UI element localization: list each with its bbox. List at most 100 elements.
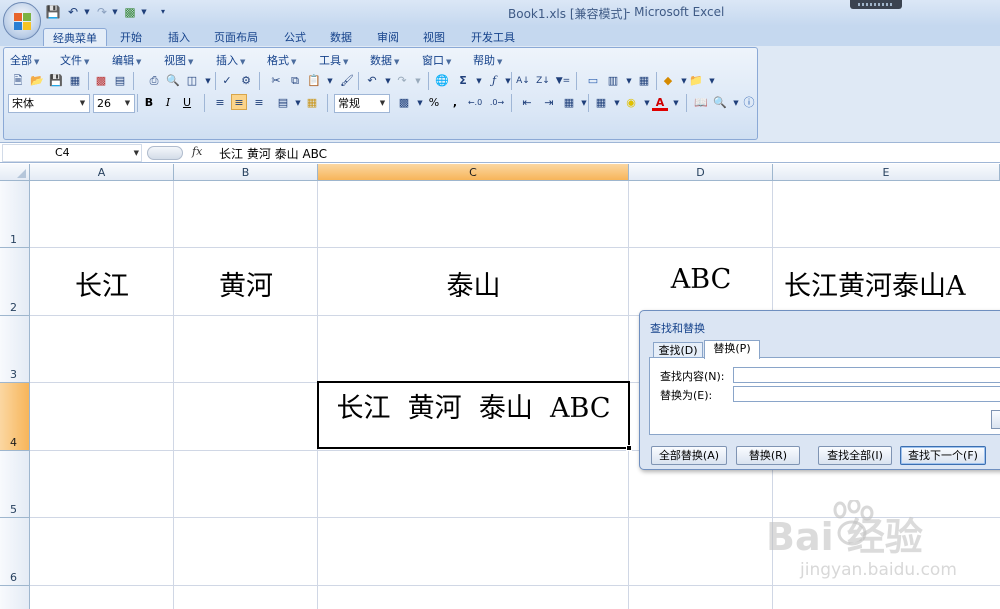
row-header-2[interactable]: 2 bbox=[0, 248, 30, 316]
cell-style-dropdown-icon[interactable]: ▼ bbox=[576, 95, 592, 111]
sort-ascending-icon[interactable]: A↓ bbox=[515, 73, 531, 89]
find-all-button[interactable]: 查找全部(I) bbox=[818, 446, 892, 465]
folder-icon[interactable]: 📁 bbox=[688, 73, 704, 89]
preview-dropdown-icon[interactable]: ▼ bbox=[135, 4, 153, 20]
formula-input[interactable]: 长江 黄河 泰山 ABC bbox=[219, 145, 327, 162]
wrap-text-icon[interactable]: ▦ bbox=[304, 95, 320, 111]
bold-button[interactable]: B bbox=[141, 95, 157, 111]
page-setup-dropdown-icon[interactable]: ▼ bbox=[200, 73, 216, 89]
page-setup-icon[interactable]: ◫ bbox=[184, 73, 200, 89]
column-header-d[interactable]: D bbox=[629, 164, 773, 181]
office-button[interactable] bbox=[3, 2, 41, 40]
increase-indent-icon[interactable]: ⇥ bbox=[541, 95, 557, 111]
cut-icon[interactable]: ✂ bbox=[268, 73, 284, 89]
options-button[interactable] bbox=[991, 410, 1000, 429]
cell-a2[interactable]: 长江 bbox=[30, 264, 174, 303]
align-left-icon[interactable]: ≡ bbox=[212, 95, 228, 111]
replace-with-input[interactable] bbox=[733, 386, 1000, 402]
menu-file[interactable]: 文件 ▼ bbox=[60, 53, 89, 69]
tab-data[interactable]: 数据 bbox=[322, 28, 360, 47]
tab-page-layout[interactable]: 页面布局 bbox=[210, 28, 262, 47]
increase-decimal-icon[interactable]: ←.0 bbox=[467, 95, 483, 111]
currency-icon[interactable]: ▩ bbox=[396, 95, 412, 111]
row-header-4[interactable]: 4 bbox=[0, 383, 30, 451]
menu-all[interactable]: 全部 ▼ bbox=[10, 53, 39, 69]
menu-tools[interactable]: 工具 ▼ bbox=[319, 53, 348, 69]
font-color-dropdown-icon[interactable]: ▼ bbox=[668, 95, 684, 111]
italic-button[interactable]: I bbox=[160, 95, 176, 111]
redo-icon[interactable]: ↷ bbox=[394, 73, 410, 89]
filter-icon[interactable]: ▼= bbox=[555, 73, 571, 89]
fill-handle[interactable] bbox=[626, 445, 632, 451]
chart-icon[interactable]: ▭ bbox=[585, 73, 601, 89]
find-next-button[interactable]: 查找下一个(F) bbox=[900, 446, 986, 465]
menu-edit[interactable]: 编辑 ▼ bbox=[112, 53, 141, 69]
merge-center-icon[interactable]: ▤ bbox=[275, 95, 291, 111]
insert-function-icon[interactable]: fx bbox=[192, 145, 202, 158]
table-icon[interactable]: ▦ bbox=[636, 73, 652, 89]
column-header-c[interactable]: C bbox=[318, 164, 629, 181]
cell-d2[interactable]: ABC bbox=[629, 264, 773, 295]
insert-function-dropdown-icon[interactable]: ▼ bbox=[500, 73, 516, 89]
save-icon[interactable]: 💾 bbox=[48, 73, 64, 89]
folder-dropdown-icon[interactable]: ▼ bbox=[704, 73, 720, 89]
font-size-select[interactable]: 26 ▼ bbox=[93, 94, 135, 113]
align-right-icon[interactable]: ≡ bbox=[251, 95, 267, 111]
paste-dropdown-icon[interactable]: ▼ bbox=[322, 73, 338, 89]
underline-button[interactable]: U bbox=[179, 95, 195, 111]
decrease-indent-icon[interactable]: ⇤ bbox=[519, 95, 535, 111]
comma-button[interactable]: , bbox=[447, 95, 463, 111]
tab-developer[interactable]: 开发工具 bbox=[466, 28, 520, 47]
format-painter-icon[interactable]: 🖌 bbox=[339, 73, 355, 89]
menu-help[interactable]: 帮助 ▼ bbox=[473, 53, 502, 69]
tab-review[interactable]: 审阅 bbox=[369, 28, 407, 47]
column-header-e[interactable]: E bbox=[773, 164, 1000, 181]
formula-bar-resize-handle[interactable] bbox=[147, 146, 183, 160]
replace-button[interactable]: 替换(R) bbox=[736, 446, 800, 465]
print-icon[interactable]: ⎙ bbox=[146, 73, 162, 89]
font-name-select[interactable]: 宋体 ▼ bbox=[8, 94, 90, 113]
customize-quick-access-icon[interactable]: ▾ bbox=[154, 4, 172, 20]
research-icon[interactable]: ⚙ bbox=[238, 73, 254, 89]
menu-format[interactable]: 格式 ▼ bbox=[267, 53, 296, 69]
decrease-decimal-icon[interactable]: .0→ bbox=[489, 95, 505, 111]
tab-formulas[interactable]: 公式 bbox=[276, 28, 314, 47]
redo-dropdown-icon[interactable]: ▼ bbox=[410, 73, 426, 89]
row-header-3[interactable]: 3 bbox=[0, 316, 30, 383]
drawing-dropdown-icon[interactable]: ▼ bbox=[621, 73, 637, 89]
name-box[interactable]: C4 ▼ bbox=[2, 144, 142, 162]
select-all-button[interactable] bbox=[0, 164, 30, 181]
copy-icon[interactable]: ⧉ bbox=[287, 73, 303, 89]
tab-classic-menu[interactable]: 经典菜单 bbox=[43, 28, 107, 47]
row-header-6[interactable]: 6 bbox=[0, 518, 30, 586]
autosum-icon[interactable]: Σ bbox=[455, 73, 471, 89]
hyperlink-icon[interactable]: 🌐 bbox=[434, 73, 450, 89]
row-header-1[interactable]: 1 bbox=[0, 181, 30, 248]
menu-data[interactable]: 数据 ▼ bbox=[370, 53, 399, 69]
cell-c2[interactable]: 泰山 bbox=[318, 264, 629, 303]
menu-view[interactable]: 视图 ▼ bbox=[164, 53, 193, 69]
column-header-b[interactable]: B bbox=[174, 164, 318, 181]
menu-insert[interactable]: 插入 ▼ bbox=[216, 53, 245, 69]
number-format-select[interactable]: 常规 ▼ bbox=[334, 94, 390, 113]
cell-b2[interactable]: 黄河 bbox=[174, 264, 318, 303]
print-area-icon[interactable]: ▩ bbox=[93, 73, 109, 89]
borders-icon[interactable]: ▦ bbox=[593, 95, 609, 111]
tab-replace[interactable]: 替换(P) bbox=[704, 340, 760, 359]
tab-insert[interactable]: 插入 bbox=[160, 28, 198, 47]
percent-button[interactable]: % bbox=[426, 95, 442, 111]
save-icon[interactable]: 💾 bbox=[44, 4, 62, 20]
cell-e2[interactable]: 长江黄河泰山A bbox=[784, 264, 966, 303]
open-icon[interactable]: 📂 bbox=[29, 73, 45, 89]
cell-style-icon[interactable]: ▦ bbox=[561, 95, 577, 111]
autosum-dropdown-icon[interactable]: ▼ bbox=[471, 73, 487, 89]
sort-descending-icon[interactable]: Z↓ bbox=[535, 73, 551, 89]
find-what-input[interactable] bbox=[733, 367, 1000, 383]
permission-icon[interactable]: ▤ bbox=[112, 73, 128, 89]
zoom-icon[interactable]: 🔍 bbox=[712, 95, 728, 111]
fill-color-icon[interactable]: ◉ bbox=[623, 95, 639, 111]
help-icon[interactable]: ⓘ bbox=[741, 95, 757, 111]
replace-all-button[interactable]: 全部替换(A) bbox=[651, 446, 727, 465]
row-header-7[interactable] bbox=[0, 586, 30, 609]
research-pane-icon[interactable]: 📖 bbox=[693, 95, 709, 111]
